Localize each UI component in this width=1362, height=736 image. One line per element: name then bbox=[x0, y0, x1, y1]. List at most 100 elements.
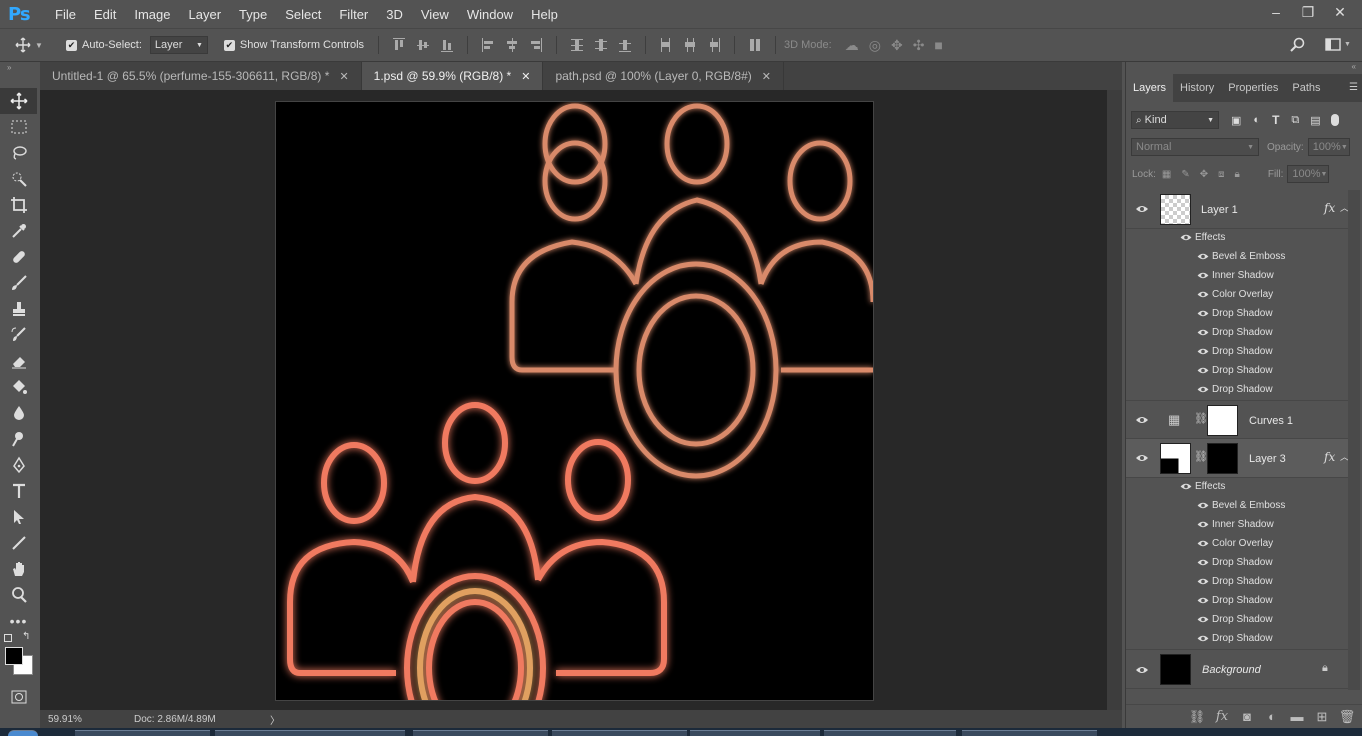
tab-layers[interactable]: Layers bbox=[1126, 74, 1174, 102]
vertical-scrollbar[interactable] bbox=[1107, 90, 1122, 710]
link-icon[interactable]: ⛓ bbox=[1194, 450, 1208, 463]
eyedropper-tool[interactable] bbox=[0, 218, 37, 244]
hand-tool[interactable] bbox=[0, 556, 37, 582]
3d-pan-icon[interactable]: ✥ bbox=[891, 37, 903, 54]
search-icon[interactable] bbox=[1290, 37, 1306, 56]
dodge-tool[interactable] bbox=[0, 426, 37, 452]
effect-row[interactable]: Bevel & Emboss bbox=[1126, 496, 1348, 515]
align-bottom-icon[interactable] bbox=[441, 38, 454, 52]
minimize-button[interactable]: – bbox=[1262, 0, 1290, 24]
history-brush-tool[interactable] bbox=[0, 322, 37, 348]
effect-row[interactable]: Drop Shadow bbox=[1126, 553, 1348, 572]
effect-row[interactable]: Drop Shadow bbox=[1126, 591, 1348, 610]
menu-window[interactable]: Window bbox=[458, 7, 522, 22]
visibility-eye-icon[interactable] bbox=[1196, 385, 1210, 394]
auto-select-dropdown[interactable]: Layer ▼ bbox=[149, 36, 208, 54]
taskbar-app[interactable] bbox=[215, 730, 405, 736]
visibility-eye-icon[interactable] bbox=[1196, 520, 1210, 529]
tab-path-psd[interactable]: path.psd @ 100% (Layer 0, RGB/8#) ✕ bbox=[543, 62, 784, 90]
new-group-icon[interactable]: ▬ bbox=[1290, 709, 1304, 724]
smart-object-filter-icon[interactable]: ▤ bbox=[1310, 114, 1320, 127]
link-icon[interactable]: ⛓ bbox=[1194, 412, 1208, 425]
taskbar-app[interactable] bbox=[75, 730, 210, 736]
visibility-eye-icon[interactable] bbox=[1196, 558, 1210, 567]
show-transform-checkbox[interactable]: ✔ bbox=[223, 39, 235, 51]
visibility-eye-icon[interactable] bbox=[1196, 309, 1210, 318]
effect-row[interactable]: Drop Shadow bbox=[1126, 572, 1348, 591]
visibility-eye-icon[interactable] bbox=[1196, 596, 1210, 605]
effects-header[interactable]: Effects bbox=[1126, 477, 1348, 496]
visibility-eye-icon[interactable] bbox=[1196, 577, 1210, 586]
visibility-eye-icon[interactable] bbox=[1196, 501, 1210, 510]
menu-3d[interactable]: 3D bbox=[377, 7, 412, 22]
filter-toggle[interactable] bbox=[1330, 114, 1339, 126]
visibility-eye-icon[interactable] bbox=[1196, 539, 1210, 548]
lock-artboard-icon[interactable]: ⧈ bbox=[1218, 169, 1224, 180]
lock-transparent-icon[interactable]: ▦ bbox=[1162, 169, 1171, 180]
effect-row[interactable]: Drop Shadow bbox=[1126, 610, 1348, 629]
taskbar-app[interactable] bbox=[413, 730, 548, 736]
filter-kind-dropdown[interactable]: ⌕ Kind ▼ bbox=[1131, 111, 1219, 129]
collapse-icon[interactable]: » bbox=[7, 63, 11, 72]
visibility-eye-icon[interactable] bbox=[1196, 634, 1210, 643]
workspace-switcher[interactable]: ▼ bbox=[1325, 38, 1351, 51]
stamp-tool[interactable] bbox=[0, 296, 37, 322]
visibility-eye-icon[interactable] bbox=[1179, 482, 1193, 491]
distribute-vcenter-icon[interactable] bbox=[595, 38, 608, 52]
layers-scrollbar[interactable] bbox=[1348, 190, 1360, 690]
pen-tool[interactable] bbox=[0, 452, 37, 478]
distribute-left-icon[interactable] bbox=[660, 38, 672, 52]
shape-filter-icon[interactable]: ⧉ bbox=[1291, 114, 1299, 127]
blend-mode-dropdown[interactable]: Normal ▼ bbox=[1131, 138, 1259, 156]
effects-header[interactable]: Effects bbox=[1126, 228, 1348, 247]
type-tool[interactable] bbox=[0, 478, 37, 504]
distribute-top-icon[interactable] bbox=[571, 38, 584, 52]
align-left-icon[interactable] bbox=[482, 38, 494, 52]
panel-menu-icon[interactable]: ☰ bbox=[1349, 82, 1358, 93]
taskbar-app[interactable] bbox=[962, 730, 1097, 736]
3d-slide-icon[interactable]: ✣ bbox=[913, 37, 925, 54]
lock-position-icon[interactable]: ✥ bbox=[1200, 169, 1208, 180]
zoom-level[interactable]: 59.91% bbox=[48, 714, 132, 725]
path-select-tool[interactable] bbox=[0, 504, 37, 530]
effect-row[interactable]: Inner Shadow bbox=[1126, 515, 1348, 534]
effect-row[interactable]: Drop Shadow bbox=[1126, 380, 1348, 399]
distribute-bottom-icon[interactable] bbox=[619, 38, 632, 52]
visibility-eye-icon[interactable] bbox=[1179, 233, 1193, 242]
document-canvas[interactable] bbox=[275, 101, 874, 701]
effect-row[interactable]: Drop Shadow bbox=[1126, 304, 1348, 323]
restore-button[interactable]: ❐ bbox=[1294, 0, 1322, 24]
visibility-eye-icon[interactable] bbox=[1135, 204, 1149, 214]
paint-bucket-tool[interactable] bbox=[0, 374, 37, 400]
tab-history[interactable]: History bbox=[1173, 74, 1221, 102]
swap-colors-icon[interactable]: ↰ bbox=[22, 631, 30, 642]
3d-scale-icon[interactable]: ■ bbox=[934, 37, 942, 53]
collapse-panels-icon[interactable]: « bbox=[1352, 62, 1356, 71]
visibility-eye-icon[interactable] bbox=[1196, 366, 1210, 375]
effect-row[interactable]: Inner Shadow bbox=[1126, 266, 1348, 285]
brush-tool[interactable] bbox=[0, 270, 37, 296]
close-tab-icon[interactable]: ✕ bbox=[339, 70, 348, 83]
visibility-eye-icon[interactable] bbox=[1135, 415, 1149, 425]
menu-select[interactable]: Select bbox=[276, 7, 330, 22]
menu-edit[interactable]: Edit bbox=[85, 7, 125, 22]
add-mask-icon[interactable]: ◙ bbox=[1240, 709, 1254, 724]
distribute-right-icon[interactable] bbox=[708, 38, 721, 52]
opacity-input[interactable]: 100% ▼ bbox=[1307, 138, 1350, 156]
move-tool[interactable] bbox=[0, 88, 37, 114]
visibility-eye-icon[interactable] bbox=[1196, 271, 1210, 280]
close-button[interactable]: ✕ bbox=[1326, 0, 1354, 24]
fill-input[interactable]: 100% ▼ bbox=[1287, 165, 1330, 183]
quick-mask-tool[interactable] bbox=[0, 684, 37, 710]
lock-image-icon[interactable]: ✎ bbox=[1181, 169, 1189, 180]
type-filter-icon[interactable]: T bbox=[1272, 113, 1279, 127]
eraser-tool[interactable] bbox=[0, 348, 37, 374]
effect-row[interactable]: Drop Shadow bbox=[1126, 361, 1348, 380]
blur-tool[interactable] bbox=[0, 400, 37, 426]
distribute-hcenter-icon[interactable] bbox=[684, 38, 696, 52]
layer-name[interactable]: Background bbox=[1202, 664, 1261, 676]
auto-align-icon[interactable] bbox=[749, 38, 761, 52]
foreground-color-swatch[interactable] bbox=[5, 647, 23, 665]
visibility-eye-icon[interactable] bbox=[1196, 615, 1210, 624]
lasso-tool[interactable] bbox=[0, 140, 37, 166]
